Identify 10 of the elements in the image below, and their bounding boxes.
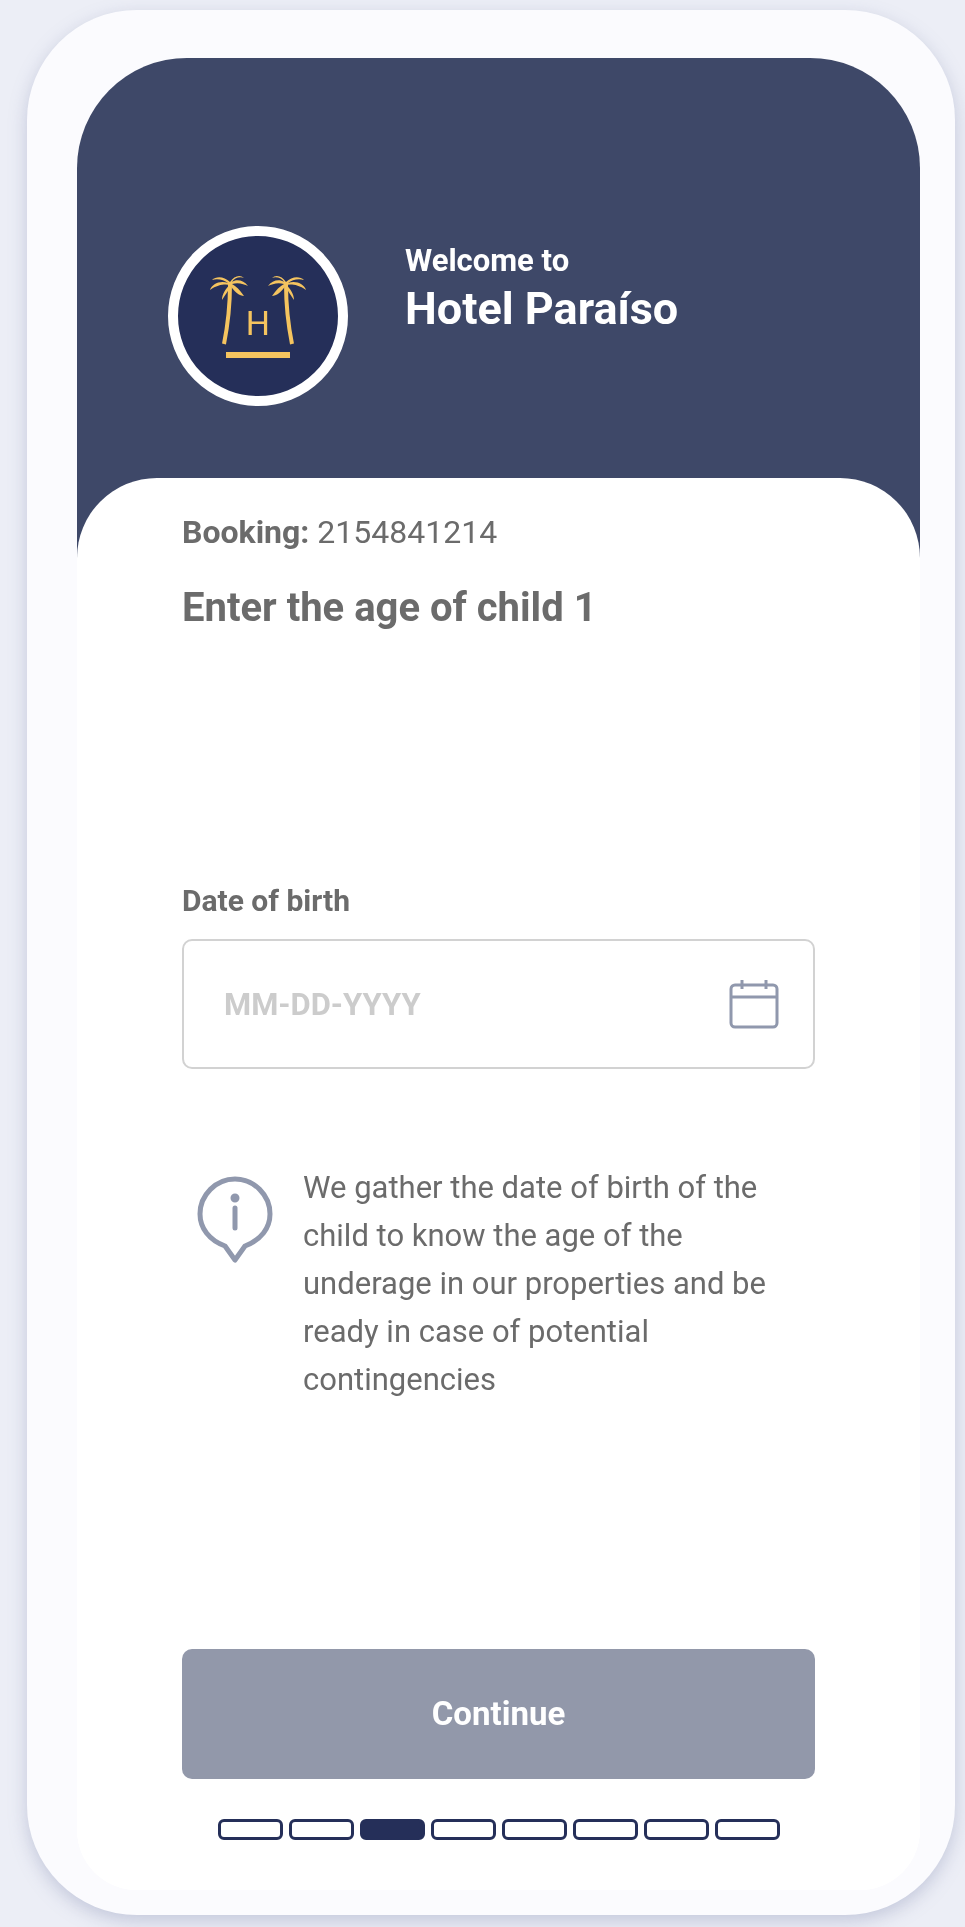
booking-number: Booking: 2154841214 bbox=[182, 512, 499, 553]
field-label: Date of birth bbox=[182, 882, 351, 920]
logo-letter: H bbox=[245, 306, 271, 340]
info-text: We gather the date of birth of the child to know the age of the underage in our properties and be ready in case of potential contingencies bbox=[303, 1168, 767, 1400]
logo-underline bbox=[226, 352, 290, 358]
page-heading: Enter the age of child 1 bbox=[182, 583, 598, 633]
welcome-text: Welcome to bbox=[405, 242, 571, 281]
calendar-icon[interactable] bbox=[729, 979, 779, 1029]
hotel-name: Hotel Paraíso bbox=[405, 280, 679, 337]
info-icon bbox=[197, 1176, 273, 1264]
